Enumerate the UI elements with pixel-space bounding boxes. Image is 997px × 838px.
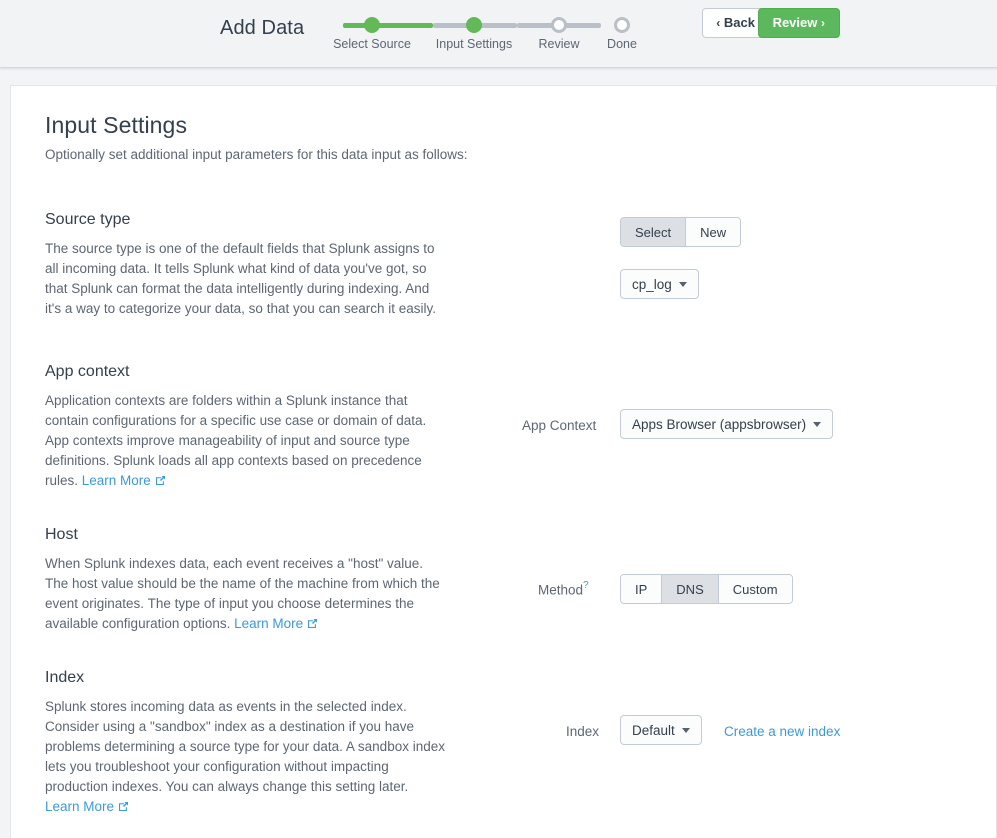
app-context-description: Application contexts are folders within … xyxy=(45,391,447,492)
external-link-icon xyxy=(307,615,318,635)
add-data-topbar: Add Data Select Source Input Settings Re… xyxy=(0,0,997,68)
index-field-label: Index xyxy=(566,724,600,739)
section-index: Index Splunk stores incoming data as eve… xyxy=(45,669,962,818)
index-description: Splunk stores incoming data as events in… xyxy=(45,697,447,818)
index-dropdown-wrap: Default xyxy=(620,715,702,745)
index-dropdown-value: Default xyxy=(632,722,675,738)
stepper-dot-review[interactable] xyxy=(551,17,567,33)
sourcetype-mode-select-button[interactable]: Select xyxy=(621,218,686,246)
back-button-label: Back xyxy=(723,15,755,30)
stepper-dot-done[interactable] xyxy=(614,17,630,33)
sourcetype-dropdown[interactable]: cp_log xyxy=(620,269,699,299)
stepper-segment-1 xyxy=(343,23,433,28)
sourcetype-dropdown-value: cp_log xyxy=(632,276,672,292)
chevron-down-icon xyxy=(813,421,822,427)
review-button-label: Review xyxy=(772,15,818,30)
app-context-learn-more-label: Learn More xyxy=(81,473,151,488)
app-context-dropdown[interactable]: Apps Browser (appsbrowser) xyxy=(620,409,834,439)
app-context-field-label: App Context xyxy=(522,418,597,433)
index-heading: Index xyxy=(45,669,85,686)
source-type-heading: Source type xyxy=(45,211,131,228)
wizard-stepper: Select Source Input Settings Review Done xyxy=(330,11,640,57)
sourcetype-mode-group-wrap: Select New xyxy=(620,217,742,247)
host-method-custom-button[interactable]: Custom xyxy=(717,575,792,603)
index-learn-more-link[interactable]: Learn More xyxy=(45,799,129,814)
index-dropdown[interactable]: Default xyxy=(620,715,702,745)
stepper-dot-select-source[interactable] xyxy=(364,17,380,33)
host-description: When Splunk indexes data, each event rec… xyxy=(45,554,447,635)
chevron-down-icon xyxy=(681,727,690,733)
host-method-ip-button[interactable]: IP xyxy=(621,575,662,603)
host-method-group-wrap: IP DNS Custom xyxy=(620,574,793,604)
source-type-description: The source type is one of the default fi… xyxy=(45,241,437,316)
host-method-dns-button[interactable]: DNS xyxy=(661,575,718,603)
review-button[interactable]: Review › xyxy=(757,8,840,38)
host-method-group[interactable]: IP DNS Custom xyxy=(620,574,793,604)
sourcetype-mode-group[interactable]: Select New xyxy=(620,217,742,247)
help-icon[interactable]: ? xyxy=(583,580,589,591)
host-method-field-label: Method xyxy=(538,582,584,598)
stepper-label-input-settings: Input Settings xyxy=(435,37,513,51)
page-title: Input Settings xyxy=(45,112,188,138)
external-link-icon xyxy=(155,472,166,492)
app-context-heading: App context xyxy=(45,363,130,380)
stepper-label-review: Review xyxy=(538,37,580,51)
add-data-title: Add Data xyxy=(220,17,305,39)
section-app-context: App context Application contexts are fol… xyxy=(45,363,962,492)
external-link-icon xyxy=(118,798,129,818)
app-context-label-wrap: App Context xyxy=(522,417,596,435)
section-host: Host When Splunk indexes data, each even… xyxy=(45,526,962,635)
create-index-link-wrap: Create a new index xyxy=(724,723,840,741)
host-learn-more-label: Learn More xyxy=(234,616,304,631)
chevron-down-icon xyxy=(678,281,687,287)
index-description-text: Splunk stores incoming data as events in… xyxy=(45,699,445,794)
stepper-label-done: Done xyxy=(607,37,637,51)
page-subtitle: Optionally set additional input paramete… xyxy=(45,147,468,162)
stepper-dot-input-settings[interactable] xyxy=(466,17,482,33)
create-new-index-link[interactable]: Create a new index xyxy=(724,724,840,739)
sourcetype-dropdown-wrap: cp_log xyxy=(620,269,699,299)
index-learn-more-label: Learn More xyxy=(45,799,115,814)
host-learn-more-link[interactable]: Learn More xyxy=(234,616,318,631)
section-source-type: Source type The source type is one of th… xyxy=(45,211,962,329)
host-method-label-wrap: Method? xyxy=(538,580,589,599)
stepper-label-select-source: Select Source xyxy=(333,37,411,51)
input-settings-card: Input Settings Optionally set additional… xyxy=(10,85,997,838)
index-label-wrap: Index xyxy=(566,723,599,741)
app-context-dropdown-value: Apps Browser (appsbrowser) xyxy=(632,416,807,432)
app-context-dropdown-wrap: Apps Browser (appsbrowser) xyxy=(620,409,834,439)
chevron-left-icon: ‹ xyxy=(716,16,721,30)
chevron-right-icon: › xyxy=(821,16,825,30)
app-context-learn-more-link[interactable]: Learn More xyxy=(82,473,166,488)
host-heading: Host xyxy=(45,526,78,543)
sourcetype-mode-new-button[interactable]: New xyxy=(685,218,741,246)
